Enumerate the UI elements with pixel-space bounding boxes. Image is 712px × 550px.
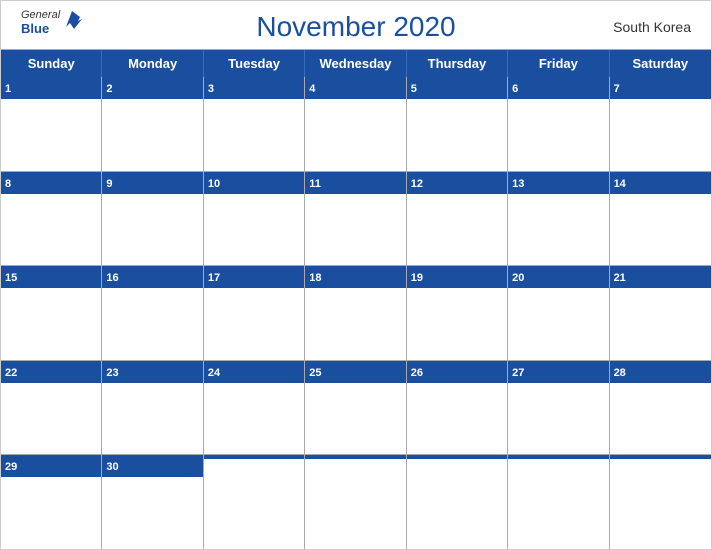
day-cell: 8 (1, 172, 102, 266)
day-number: 25 (309, 367, 321, 379)
day-number: 8 (5, 178, 11, 190)
week-row-2: 8 9 10 11 12 13 14 (1, 172, 711, 267)
day-header-tuesday: Tuesday (204, 50, 305, 77)
day-number: 20 (512, 272, 524, 284)
day-number: 10 (208, 178, 220, 190)
day-header-sunday: Sunday (1, 50, 102, 77)
day-cell: 2 (102, 77, 203, 171)
day-number: 13 (512, 178, 524, 190)
day-number: 16 (106, 272, 118, 284)
day-cell: 21 (610, 266, 711, 360)
week-row-3: 15 16 17 18 19 20 21 (1, 266, 711, 361)
calendar-header: General Blue November 2020 South Korea (1, 1, 711, 49)
logo-bird-icon (62, 7, 84, 33)
day-cell: 10 (204, 172, 305, 266)
day-cell (305, 455, 406, 549)
day-number: 30 (106, 461, 118, 473)
day-cell: 25 (305, 361, 406, 455)
day-cell: 11 (305, 172, 406, 266)
day-number: 9 (106, 178, 112, 190)
calendar-grid: SundayMondayTuesdayWednesdayThursdayFrid… (1, 49, 711, 549)
day-cell: 3 (204, 77, 305, 171)
day-cell: 24 (204, 361, 305, 455)
day-cell: 30 (102, 455, 203, 549)
day-number: 15 (5, 272, 17, 284)
day-number: 18 (309, 272, 321, 284)
day-cell (407, 455, 508, 549)
day-cell: 6 (508, 77, 609, 171)
week-row-4: 22 23 24 25 26 27 28 (1, 361, 711, 456)
day-number: 19 (411, 272, 423, 284)
calendar-region: South Korea (613, 19, 691, 35)
day-header-saturday: Saturday (610, 50, 711, 77)
day-cell: 29 (1, 455, 102, 549)
logo-general: General (21, 9, 60, 21)
day-number: 11 (309, 178, 321, 190)
day-number: 2 (106, 83, 112, 95)
day-cell: 26 (407, 361, 508, 455)
day-cell: 15 (1, 266, 102, 360)
day-cell (610, 455, 711, 549)
day-number: 29 (5, 461, 17, 473)
day-number: 27 (512, 367, 524, 379)
day-cell: 19 (407, 266, 508, 360)
day-header-monday: Monday (102, 50, 203, 77)
day-cell: 14 (610, 172, 711, 266)
day-number: 23 (106, 367, 118, 379)
logo: General Blue (21, 9, 84, 36)
day-number: 7 (614, 83, 620, 95)
day-number: 24 (208, 367, 220, 379)
calendar-title: November 2020 (256, 11, 455, 43)
day-number: 28 (614, 367, 626, 379)
day-number: 14 (614, 178, 626, 190)
day-header-wednesday: Wednesday (305, 50, 406, 77)
day-header-thursday: Thursday (407, 50, 508, 77)
day-cell: 16 (102, 266, 203, 360)
day-cell: 23 (102, 361, 203, 455)
day-number: 6 (512, 83, 518, 95)
day-cell: 27 (508, 361, 609, 455)
day-cell: 5 (407, 77, 508, 171)
day-cell: 18 (305, 266, 406, 360)
week-row-5: 29 30 (1, 455, 711, 549)
weeks-container: 1234567891011121314151617181920212223242… (1, 77, 711, 549)
day-number: 1 (5, 83, 11, 95)
calendar-container: General Blue November 2020 South Korea S… (0, 0, 712, 550)
day-cell: 12 (407, 172, 508, 266)
day-cell (508, 455, 609, 549)
day-number: 5 (411, 83, 417, 95)
day-cell: 13 (508, 172, 609, 266)
day-number: 26 (411, 367, 423, 379)
day-headers-row: SundayMondayTuesdayWednesdayThursdayFrid… (1, 50, 711, 77)
day-cell: 20 (508, 266, 609, 360)
day-number: 17 (208, 272, 220, 284)
day-cell: 9 (102, 172, 203, 266)
day-number: 3 (208, 83, 214, 95)
day-cell: 4 (305, 77, 406, 171)
day-cell: 22 (1, 361, 102, 455)
day-cell: 7 (610, 77, 711, 171)
logo-blue: Blue (21, 21, 60, 36)
day-cell: 1 (1, 77, 102, 171)
day-number: 4 (309, 83, 315, 95)
day-number: 12 (411, 178, 423, 190)
day-cell: 17 (204, 266, 305, 360)
day-number: 21 (614, 272, 626, 284)
day-number: 22 (5, 367, 17, 379)
day-cell (204, 455, 305, 549)
day-header-friday: Friday (508, 50, 609, 77)
day-cell: 28 (610, 361, 711, 455)
week-row-1: 1 2 3 4 5 6 7 (1, 77, 711, 172)
